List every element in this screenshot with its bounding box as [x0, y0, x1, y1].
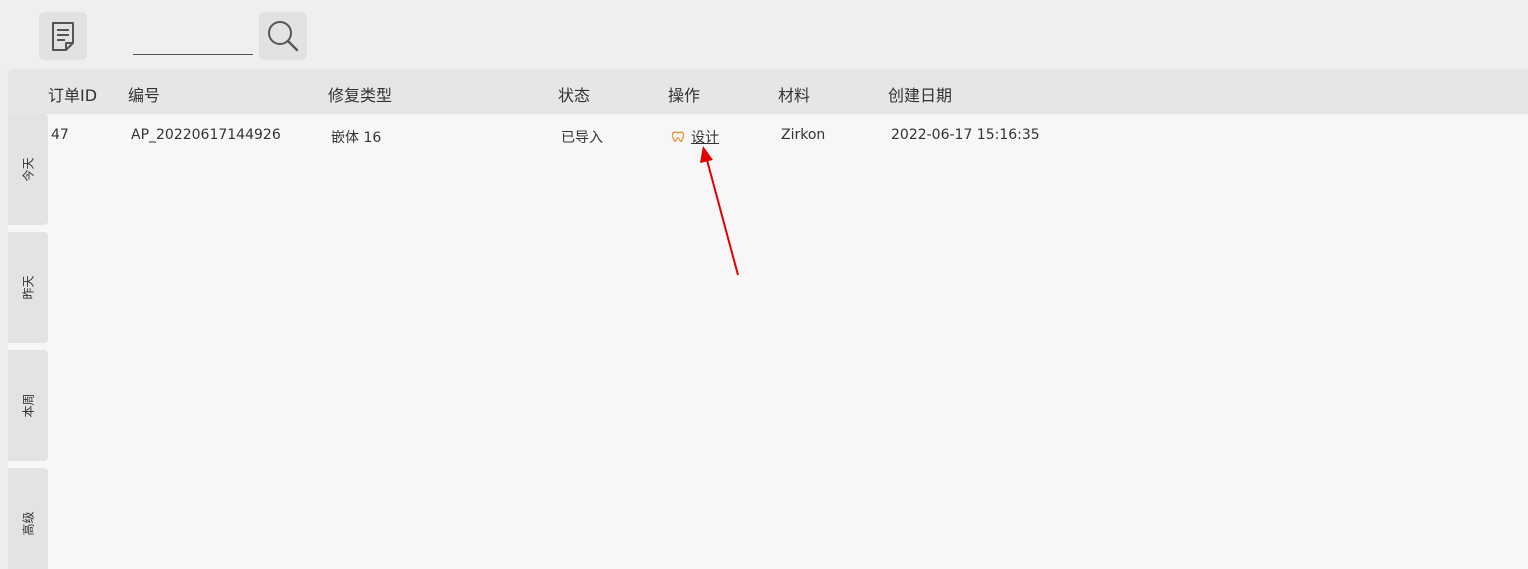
design-link[interactable]: 设计	[691, 127, 719, 147]
header-repair-type[interactable]: 修复类型	[328, 82, 392, 106]
document-list-icon	[52, 22, 74, 51]
tooth-icon	[671, 131, 685, 143]
header-material[interactable]: 材料	[778, 82, 810, 106]
search-input[interactable]	[133, 30, 253, 55]
table-header: 订单ID 编号 修复类型 状态 操作 材料 创建日期	[8, 69, 1528, 114]
order-panel: 订单ID 编号 修复类型 状态 操作 材料 创建日期 今天 昨天 本周 高级 4…	[8, 69, 1528, 569]
search-icon	[268, 21, 299, 52]
tab-this-week-label: 本周	[21, 393, 36, 418]
header-created-date[interactable]: 创建日期	[888, 82, 952, 106]
tab-today-label: 今天	[21, 157, 36, 182]
table-row[interactable]: 47 AP_20220617144926 嵌体 16 已导入 设计 Zirkon…	[8, 114, 1528, 154]
cell-status: 已导入	[561, 130, 603, 146]
tab-advanced[interactable]: 高级	[8, 468, 48, 569]
date-filter-tabs: 今天 昨天 本周 高级	[8, 114, 48, 569]
cell-created-date: 2022-06-17 15:16:35	[891, 127, 1040, 143]
header-order-id[interactable]: 订单ID	[48, 82, 97, 106]
cell-action: 设计	[671, 127, 719, 147]
tab-yesterday[interactable]: 昨天	[8, 232, 48, 343]
tab-advanced-label: 高级	[21, 511, 36, 536]
toolbar	[0, 0, 1528, 68]
cell-material: Zirkon	[781, 127, 826, 143]
header-action[interactable]: 操作	[668, 82, 700, 106]
cell-code: AP_20220617144926	[131, 127, 281, 143]
cell-order-id: 47	[51, 127, 69, 143]
document-list-button[interactable]	[39, 12, 87, 60]
cell-repair-type: 嵌体 16	[331, 130, 382, 146]
tab-yesterday-label: 昨天	[21, 275, 36, 300]
header-status[interactable]: 状态	[558, 82, 590, 106]
search-button[interactable]	[259, 12, 307, 60]
header-code[interactable]: 编号	[128, 82, 160, 106]
tab-this-week[interactable]: 本周	[8, 350, 48, 461]
